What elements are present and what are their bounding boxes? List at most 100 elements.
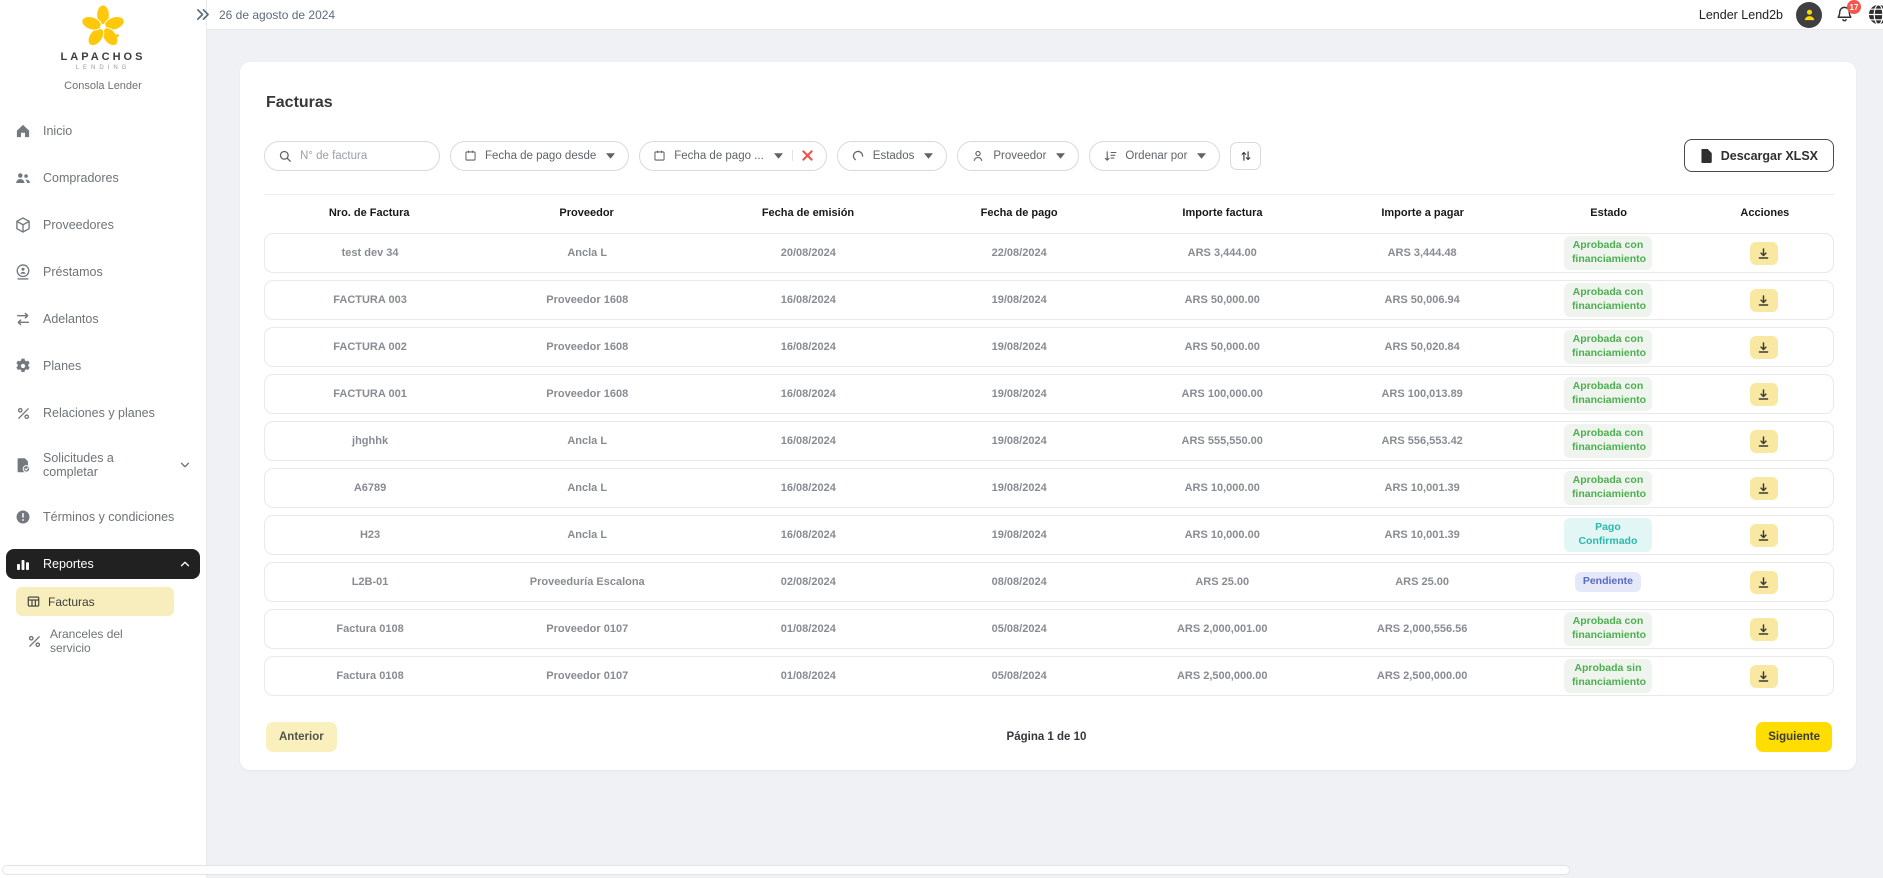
download-invoice-button[interactable] — [1749, 335, 1778, 359]
user-avatar[interactable] — [1796, 1, 1822, 28]
download-invoice-button[interactable] — [1749, 288, 1778, 312]
download-invoice-button[interactable] — [1749, 476, 1778, 500]
percent-icon — [26, 633, 43, 650]
download-icon — [1757, 435, 1770, 448]
search-input[interactable] — [300, 149, 420, 162]
cell-payable-amount: ARS 10,001.39 — [1384, 482, 1460, 494]
filter-sort[interactable]: Ordenar por — [1089, 140, 1221, 171]
status-badge: Pago Confirmado — [1563, 518, 1652, 552]
filter-states[interactable]: Estados — [836, 140, 948, 171]
download-invoice-button[interactable] — [1749, 617, 1778, 641]
sidebar-item-proveedores[interactable]: Proveedores — [6, 210, 200, 240]
download-invoice-button[interactable] — [1749, 523, 1778, 547]
invoice-search-field[interactable] — [264, 140, 440, 171]
sidebar-item-adelantos[interactable]: Adelantos — [6, 304, 200, 334]
cell-payment-date: 08/08/2024 — [991, 576, 1047, 588]
status-badge: Aprobada sin financiamiento — [1563, 659, 1652, 693]
sidebar-item-prestamos[interactable]: Préstamos — [6, 257, 200, 287]
download-icon — [1757, 576, 1770, 589]
download-xlsx-button[interactable]: Descargar XLSX — [1683, 139, 1834, 172]
download-icon — [1757, 623, 1770, 636]
invoice-row: Factura 0108 Proveedor 0107 01/08/2024 05/0… — [264, 609, 1834, 649]
reportes-submenu: Facturas Aranceles del servicio — [6, 587, 200, 662]
download-invoice-button[interactable] — [1749, 664, 1778, 688]
notifications-bell-icon[interactable]: 17 — [1835, 0, 1861, 24]
next-page-button[interactable]: Siguiente — [1756, 722, 1832, 752]
cell-payment-date: 19/08/2024 — [991, 435, 1047, 447]
filter-provider-label: Proveedor — [993, 149, 1047, 162]
horizontal-scrollbar-thumb[interactable] — [2, 865, 1570, 875]
cell-actions — [1695, 664, 1833, 688]
sidebar-collapse-icon[interactable] — [195, 8, 210, 21]
sidebar-item-compradores[interactable]: Compradores — [6, 163, 200, 193]
page-indicator: Página 1 de 10 — [1006, 731, 1087, 743]
status-badge: Aprobada con financiamiento — [1563, 612, 1652, 646]
column-header: Importe factura — [1182, 207, 1263, 219]
home-icon — [14, 122, 32, 140]
cell-invoice-amount: ARS 10,000.00 — [1184, 529, 1260, 541]
document-icon — [14, 456, 32, 474]
sort-icon — [1103, 149, 1117, 163]
clear-filter-icon[interactable] — [791, 150, 813, 161]
sidebar-item-relaciones-y-planes[interactable]: Relaciones y planes — [6, 398, 200, 428]
filter-bar: Fecha de pago desde Fecha de pago ... — [264, 139, 1834, 172]
invoices-card: Facturas Fecha d — [240, 62, 1856, 770]
sidebar-item-label: Proveedores — [43, 218, 114, 232]
sidebar-item-label: Inicio — [43, 124, 73, 138]
user-name: Lender Lend2b — [1698, 7, 1783, 22]
download-invoice-button[interactable] — [1749, 570, 1778, 594]
status-badge: Pendiente — [1574, 572, 1642, 592]
cell-provider: Ancla L — [567, 435, 608, 447]
download-invoice-button[interactable] — [1749, 382, 1778, 406]
cell-payable-amount: ARS 2,000,556.56 — [1376, 623, 1468, 635]
content-area: Facturas Fecha d — [207, 30, 1883, 878]
sidebar-subitem-facturas[interactable]: Facturas — [16, 587, 174, 616]
cell-status: Aprobada sin financiamiento — [1521, 659, 1695, 693]
cell-status: Pago Confirmado — [1521, 518, 1695, 552]
cell-invoice-number: test dev 34 — [341, 247, 399, 259]
download-icon — [1757, 529, 1770, 542]
cell-issue-date: 02/08/2024 — [780, 576, 836, 588]
chevron-down-icon — [606, 152, 616, 159]
cell-issue-date: 16/08/2024 — [780, 388, 836, 400]
cell-payable-amount: ARS 3,444.48 — [1387, 247, 1457, 259]
logo-subtitle: LENDING — [75, 65, 131, 71]
cell-invoice-number: jhghhk — [352, 435, 389, 447]
sidebar-item-solicitudes-a-completar[interactable]: Solicitudes a completar — [6, 445, 200, 485]
sidebar-item-terminos-y-condiciones[interactable]: Términos y condiciones — [6, 502, 200, 532]
cell-invoice-amount: ARS 50,000.00 — [1184, 294, 1260, 306]
cell-payment-date: 19/08/2024 — [991, 482, 1047, 494]
cell-actions — [1695, 241, 1833, 265]
sidebar-item-inicio[interactable]: Inicio — [6, 116, 200, 146]
sidebar-subitem-aranceles-del-servicio[interactable]: Aranceles del servicio — [16, 620, 174, 662]
document-file-icon — [1701, 148, 1712, 163]
logo-block: LAPACHOS LENDING Consola Lender — [0, 4, 206, 92]
cell-payable-amount: ARS 556,553.42 — [1381, 435, 1463, 447]
column-header: Estado — [1590, 207, 1627, 219]
filter-date-to[interactable]: Fecha de pago ... — [639, 140, 827, 171]
sidebar-item-label: Reportes — [43, 557, 94, 571]
sidebar-subitem-label: Facturas — [48, 594, 95, 609]
language-globe-icon[interactable] — [1867, 3, 1883, 26]
sidebar-item-label: Préstamos — [43, 265, 103, 279]
column-header: Fecha de pago — [980, 207, 1058, 219]
person-outline-icon — [971, 149, 985, 163]
sidebar-item-reportes[interactable]: Reportes — [6, 549, 200, 579]
sort-direction-toggle[interactable] — [1230, 141, 1262, 170]
invoice-row: A6789 Ancla L 16/08/2024 19/08/2024 ARS 10,0… — [264, 468, 1834, 508]
swap-icon — [14, 310, 32, 328]
cell-status: Aprobada con financiamiento — [1521, 377, 1695, 411]
sidebar: LAPACHOS LENDING Consola Lender Inicio Co… — [0, 0, 207, 878]
filter-date-from[interactable]: Fecha de pago desde — [450, 140, 630, 171]
previous-page-button[interactable]: Anterior — [266, 722, 337, 752]
column-header: Nro. de Factura — [328, 207, 410, 219]
cell-invoice-amount: ARS 3,444.00 — [1187, 247, 1257, 259]
filter-provider[interactable]: Proveedor — [957, 140, 1080, 171]
topbar: 26 de agosto de 2024 Lender Lend2b 17 — [197, 0, 1883, 30]
cell-invoice-number: L2B-01 — [351, 576, 389, 588]
cell-payable-amount: ARS 25.00 — [1395, 576, 1450, 588]
sidebar-item-planes[interactable]: Planes — [6, 351, 200, 381]
download-invoice-button[interactable] — [1749, 241, 1778, 265]
sidebar-item-label: Adelantos — [43, 312, 99, 326]
download-invoice-button[interactable] — [1749, 429, 1778, 453]
